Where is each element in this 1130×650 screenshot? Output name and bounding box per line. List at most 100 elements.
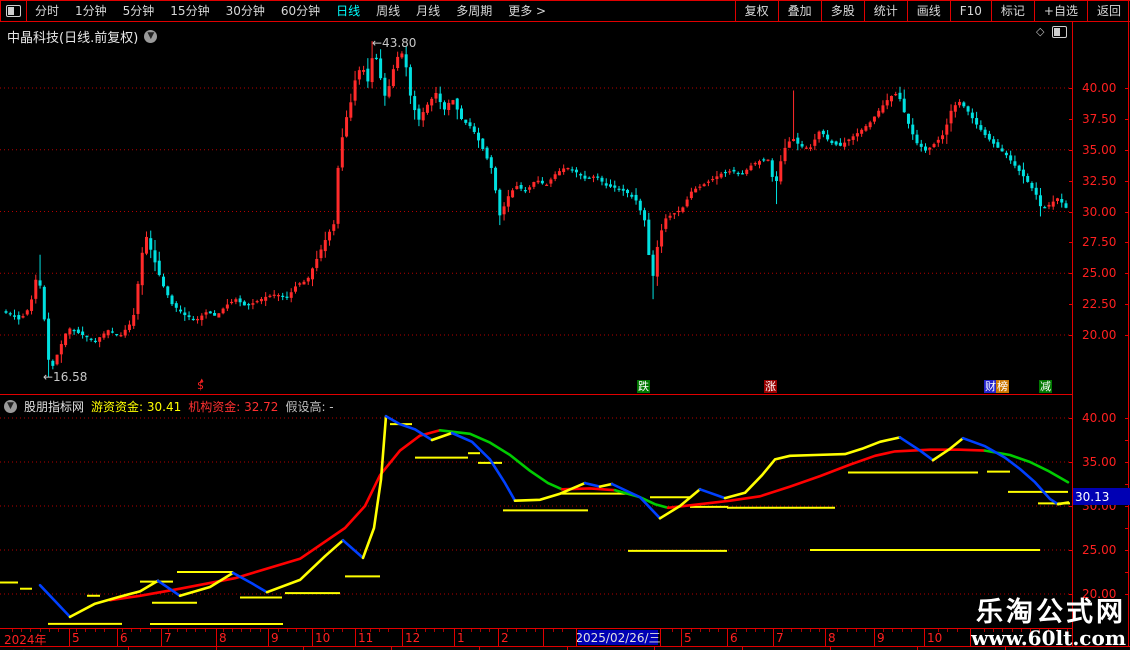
axis-tick [1069, 242, 1073, 243]
period-tab-30分钟[interactable]: 30分钟 [218, 1, 273, 21]
month-label-7: 7 [776, 631, 784, 645]
month-label-12: 12 [405, 631, 420, 645]
main-axis-label-22.5: 22.50 [1082, 297, 1116, 311]
panel-divider [0, 394, 1072, 395]
tool-button-画线[interactable]: 画线 [907, 1, 950, 21]
week-tick [205, 629, 206, 632]
axis-tick [1069, 550, 1073, 551]
month-tick [924, 629, 925, 646]
axis-tick [1069, 335, 1073, 336]
tool-button-统计[interactable]: 统计 [864, 1, 907, 21]
week-tick [168, 629, 169, 632]
split-window-icon [6, 5, 21, 17]
window-icon[interactable] [1052, 26, 1067, 38]
collapse-chevron-icon[interactable]: ▼ [4, 400, 17, 413]
tool-button-F10[interactable]: F10 [950, 1, 991, 21]
week-tick [260, 629, 261, 632]
period-tab-更多 >[interactable]: 更多 > [500, 1, 554, 21]
period-tab-5分钟[interactable]: 5分钟 [115, 1, 163, 21]
chevron-down-icon[interactable]: ▼ [144, 30, 157, 43]
month-label-6: 6 [730, 631, 738, 645]
week-tick [232, 629, 233, 632]
week-tick [278, 629, 279, 632]
axis-tick [1069, 304, 1073, 305]
week-tick [76, 629, 77, 632]
week-tick [40, 629, 41, 632]
current-price-badge: 30.13 [1073, 488, 1130, 505]
week-tick [902, 629, 903, 632]
week-tick [241, 629, 242, 632]
month-tick [161, 629, 162, 646]
axis-tick [1069, 119, 1073, 120]
period-tab-1分钟[interactable]: 1分钟 [67, 1, 115, 21]
period-tab-多周期[interactable]: 多周期 [448, 1, 500, 21]
tool-button-叠加[interactable]: 叠加 [778, 1, 821, 21]
week-tick [49, 629, 50, 632]
lower-axis-label-35: 35.00 [1082, 455, 1116, 469]
month-label-5: 5 [72, 631, 80, 645]
hot-money-value: 游资资金: 30.41 [91, 398, 181, 415]
week-tick [883, 629, 884, 632]
week-tick [342, 629, 343, 632]
main-axis-label-37.5: 37.50 [1082, 112, 1116, 126]
week-tick [195, 629, 196, 632]
month-label-8: 8 [828, 631, 836, 645]
week-tick [865, 629, 866, 632]
axis-tick [1069, 88, 1073, 89]
tool-button-多股[interactable]: 多股 [821, 1, 864, 21]
main-axis-label-27.5: 27.50 [1082, 235, 1116, 249]
main-candlestick-chart[interactable] [0, 22, 1072, 394]
week-tick [21, 629, 22, 632]
lower-axis-label-25: 25.00 [1082, 543, 1116, 557]
axis-tick [1069, 212, 1073, 213]
week-tick [507, 629, 508, 632]
axis-tick [1069, 150, 1073, 151]
period-tab-月线[interactable]: 月线 [408, 1, 448, 21]
month-label-9: 9 [877, 631, 885, 645]
window-panel-button[interactable] [0, 1, 27, 21]
period-tab-60分钟[interactable]: 60分钟 [273, 1, 328, 21]
month-label-11: 11 [358, 631, 373, 645]
tool-button-+自选[interactable]: +自选 [1034, 1, 1087, 21]
month-tick [498, 629, 499, 646]
week-tick [223, 629, 224, 632]
tool-button-标记[interactable]: 标记 [991, 1, 1034, 21]
month-tick [773, 629, 774, 646]
week-tick [837, 629, 838, 632]
week-tick [425, 629, 426, 632]
week-tick [388, 629, 389, 632]
indicator-header: ▼ 股朋指标网 游资资金: 30.41 机构资金: 32.72 假设高: - [4, 398, 334, 415]
month-tick [312, 629, 313, 646]
event-marker-减: 减 [1039, 380, 1052, 393]
tool-button-复权[interactable]: 复权 [735, 1, 778, 21]
week-tick [791, 629, 792, 632]
tool-button-返回[interactable]: 返回 [1087, 1, 1130, 21]
axis-tick [1069, 273, 1073, 274]
week-tick [810, 629, 811, 632]
week-tick [333, 629, 334, 632]
stock-title: 中晶科技(日线.前复权) [7, 27, 138, 46]
month-tick [874, 629, 875, 646]
diamond-icon[interactable]: ◇ [1036, 25, 1044, 38]
week-tick [957, 629, 958, 632]
month-tick [355, 629, 356, 646]
week-tick [186, 629, 187, 632]
week-tick [140, 629, 141, 632]
week-tick [856, 629, 857, 632]
period-tabs: 分时1分钟5分钟15分钟30分钟60分钟日线周线月线多周期更多 > [27, 1, 554, 21]
period-tab-分时[interactable]: 分时 [27, 1, 67, 21]
period-tab-日线[interactable]: 日线 [328, 1, 368, 21]
week-tick [782, 629, 783, 632]
price-axis: 30.13 40.0037.5035.0032.5030.0027.5025.0… [1072, 22, 1130, 650]
indicator-chart[interactable] [0, 396, 1072, 628]
institution-value: 机构资金: 32.72 [188, 398, 278, 415]
week-tick [947, 629, 948, 632]
indicator-source: 股朋指标网 [24, 398, 84, 415]
watermark-url: www.60lt.com [971, 627, 1126, 649]
period-tab-周线[interactable]: 周线 [368, 1, 408, 21]
week-tick [764, 629, 765, 632]
week-tick [562, 629, 563, 632]
week-tick [296, 629, 297, 632]
period-tab-15分钟[interactable]: 15分钟 [162, 1, 217, 21]
week-tick [95, 629, 96, 632]
